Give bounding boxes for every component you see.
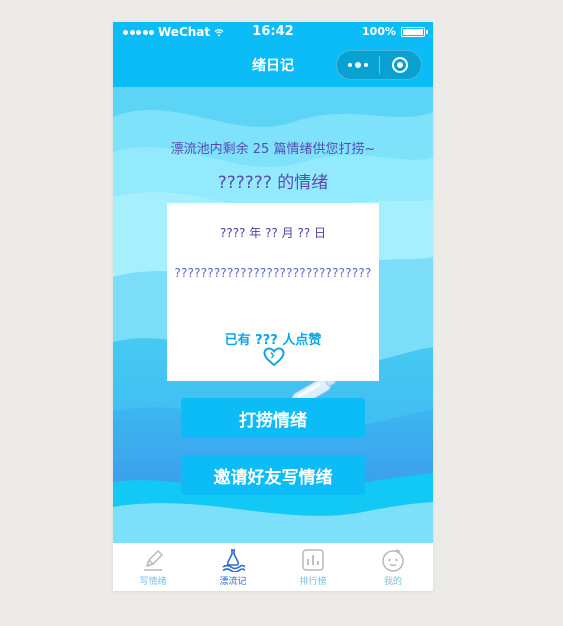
tab-label: 漂流记 [219, 577, 247, 587]
pencil-icon [144, 550, 163, 571]
status-right: 100% [362, 25, 428, 38]
face-icon [382, 549, 404, 572]
fish-emotion-button[interactable]: 打捞情绪 [181, 398, 365, 438]
capsule-menu [336, 50, 422, 80]
more-dot-icon [364, 63, 368, 67]
invite-friend-button[interactable]: 邀请好友写情绪 [181, 455, 365, 495]
emotion-card: ???? 年 ?? 月 ?? 日 ???????????????????????… [167, 203, 379, 381]
tab-mine[interactable]: 我的 [353, 543, 433, 591]
tab-label: 排行榜 [299, 577, 327, 587]
card-content: ?????????????????????????????? [174, 266, 372, 280]
emotion-owner-text: ?????? 的情绪 [217, 173, 329, 193]
battery-icon [401, 26, 428, 37]
close-miniprogram-button[interactable] [380, 51, 421, 79]
pool-remaining-text: 漂流池内剩余 25 篇情绪供您打捞~ [170, 142, 376, 157]
tab-write-emotion[interactable]: 写情绪 [113, 543, 193, 591]
bottle-icon [222, 549, 245, 572]
tab-bar: 写情绪 漂流记 排行榜 我的 [113, 543, 433, 591]
battery-percent: 100% [362, 25, 396, 38]
more-dot-icon [348, 63, 352, 67]
bar-chart-icon [302, 549, 324, 571]
more-button[interactable] [337, 51, 379, 79]
tab-label: 我的 [383, 577, 402, 587]
card-date: ???? 年 ?? 月 ?? 日 [219, 226, 327, 240]
likes-count: 已有 ??? 人点赞 [224, 333, 322, 348]
more-dot-icon [355, 62, 361, 68]
tab-ranking[interactable]: 排行榜 [273, 543, 353, 591]
tab-label: 写情绪 [139, 577, 167, 587]
phone-screen: WeChat 16:42 100% 绪日记 漂流池内剩余 25 篇情绪供您打捞~… [113, 22, 433, 591]
nav-bar: 绪日记 [113, 42, 433, 87]
tab-drift[interactable]: 漂流记 [193, 543, 273, 591]
status-bar: WeChat 16:42 100% [113, 22, 433, 42]
like-heart-icon[interactable] [263, 347, 285, 367]
target-icon [392, 57, 409, 73]
